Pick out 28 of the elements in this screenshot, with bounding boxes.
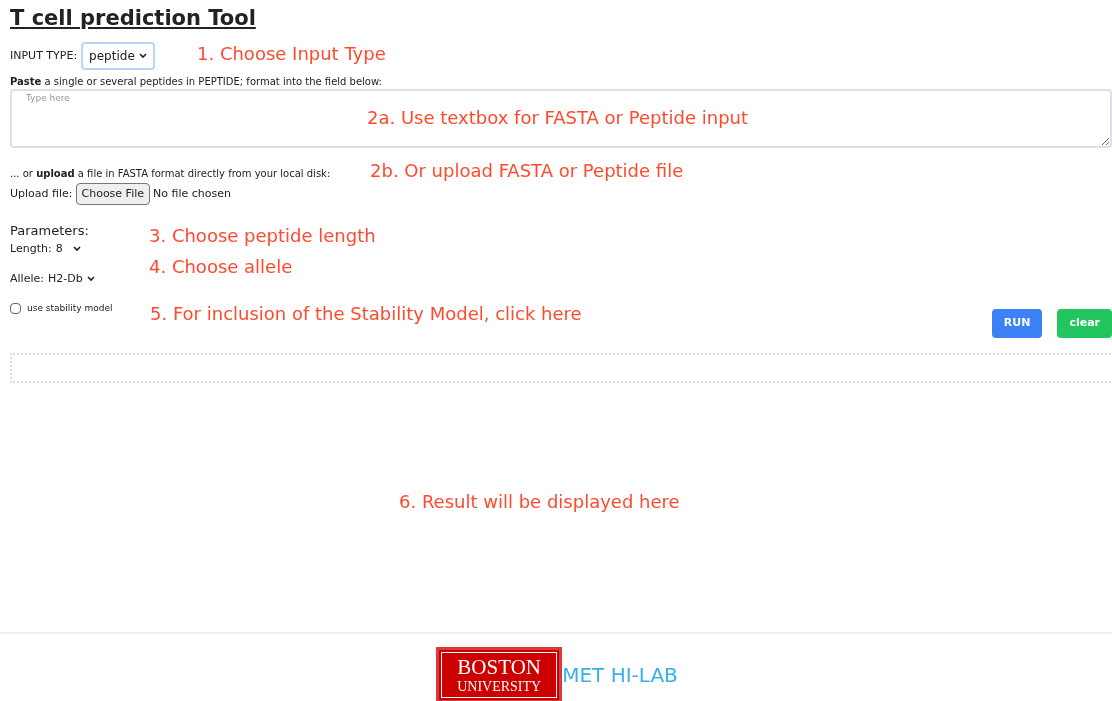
upload-label: Upload file: [10, 185, 73, 202]
stability-label: use stability model [27, 301, 113, 315]
page-title: T cell prediction Tool [10, 5, 256, 32]
stability-checkbox[interactable] [10, 302, 21, 314]
annotation-text: 4. Choose allele [149, 255, 293, 279]
annotation-text: 6. Result will be displayed here [399, 490, 680, 514]
caret-icon [86, 276, 95, 283]
allele-label: Allele: [10, 271, 44, 287]
annotation-text: 2b. Or upload FASTA or Peptide file [370, 159, 684, 183]
annotation-text: 3. Choose peptide length [149, 224, 376, 248]
university-logo: BOSTON UNIVERSITY [436, 647, 563, 701]
lab-name: MET HI-LAB [562, 662, 678, 689]
allele-select[interactable]: H2-Db [47, 271, 95, 288]
file-status: No file chosen [153, 185, 231, 202]
input-type-label: INPUT TYPE: [10, 47, 78, 64]
parameters-heading: Parameters: [10, 222, 89, 240]
upload-instruction: ... or upload a file in FASTA format directly from your local disk: [10, 167, 331, 181]
run-button[interactable]: RUN [991, 309, 1043, 338]
choose-file-button[interactable]: Choose File [75, 183, 150, 205]
caret-icon [72, 245, 81, 252]
annotation-text: 1. Choose Input Type [197, 42, 386, 66]
length-label: Length: [10, 240, 52, 257]
caret-icon [138, 53, 147, 59]
length-select[interactable]: 8 [55, 240, 81, 257]
input-type-select[interactable]: peptide [81, 42, 155, 70]
paste-instruction: Paste a single or several peptides in PEPTIDE; format into the field below: [10, 75, 382, 89]
annotation-text: 5. For inclusion of the Stability Model, click here [150, 302, 582, 326]
annotation-text: 2a. Use textbox for FASTA or Peptide input [367, 106, 749, 130]
